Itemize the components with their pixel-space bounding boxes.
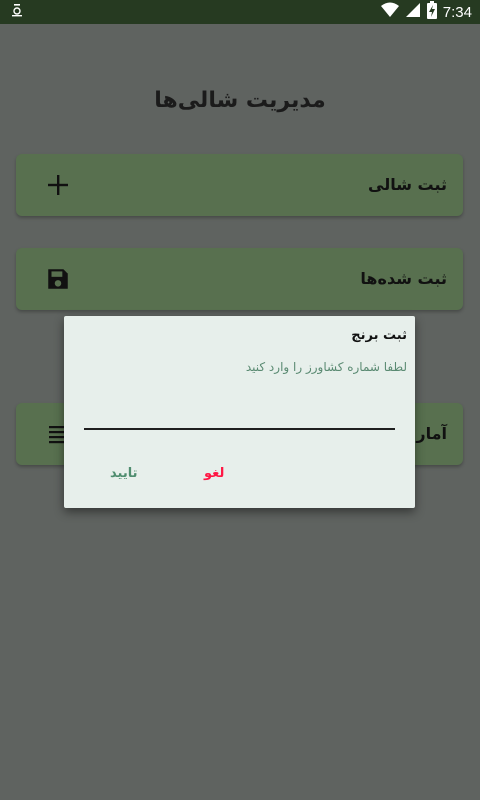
page-title: مدیریت شالی‌ها (154, 88, 326, 113)
register-rice-dialog: ثبت برنج لطفا شماره کشاورز را وارد کنید … (64, 316, 415, 508)
notification-dot-icon (8, 3, 26, 21)
plus-icon (44, 171, 72, 199)
cancel-button[interactable]: لغو (204, 466, 224, 481)
clock: 7:34 (442, 3, 472, 21)
register-paddy-button[interactable]: ثبت شالی (16, 154, 463, 216)
save-icon (44, 265, 72, 293)
farmer-number-input[interactable] (84, 396, 395, 430)
registered-items-button[interactable]: ثبت شده‌ها (16, 248, 463, 310)
status-bar: 7:34 (0, 0, 480, 24)
menu-item-label: آمار (416, 424, 447, 443)
dialog-title: ثبت برنج (351, 328, 407, 343)
wifi-icon (380, 2, 399, 22)
signal-icon (405, 2, 421, 22)
battery-charging-icon (426, 1, 437, 23)
dialog-message: لطفا شماره کشاورز را وارد کنید (245, 360, 407, 374)
menu-item-label: ثبت شده‌ها (360, 269, 447, 288)
confirm-button[interactable]: تایید (110, 466, 137, 481)
menu-item-label: ثبت شالی (368, 175, 447, 194)
